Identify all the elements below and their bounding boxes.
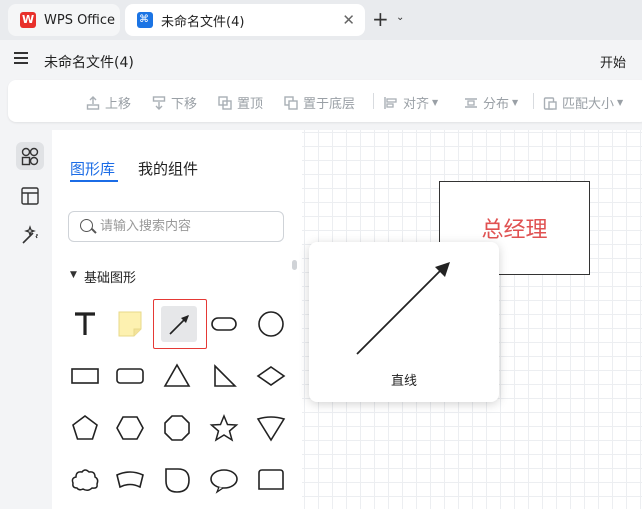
close-icon[interactable]: ✕ [342, 11, 355, 29]
pentagon-icon[interactable] [63, 406, 107, 450]
category-basic-shapes[interactable]: 基础图形 [84, 267, 136, 286]
tab-my-components[interactable]: 我的组件 [138, 158, 198, 179]
magic-wand-icon [22, 225, 38, 244]
wps-logo-icon [20, 12, 36, 28]
org-node-label[interactable]: 总经理 [439, 212, 590, 244]
category-collapse-icon[interactable]: ▼ [70, 270, 77, 280]
search-icon [80, 219, 93, 232]
document-logo-icon [137, 12, 153, 28]
move-down-button[interactable]: 下移 [152, 93, 197, 112]
move-down-label: 下移 [171, 97, 198, 112]
send-to-back-label: 置于底层 [303, 97, 356, 112]
search-input[interactable] [100, 216, 276, 236]
tab-document[interactable]: 未命名文件(4) ✕ [125, 4, 365, 36]
drop-shape-icon[interactable] [155, 458, 199, 502]
triangle-icon[interactable] [155, 354, 199, 398]
tab-shape-library[interactable]: 图形库 [70, 158, 115, 179]
align-label: 对齐 [403, 97, 430, 112]
align-icon [384, 96, 398, 110]
rounded-rect-icon[interactable] [202, 302, 246, 346]
match-size-icon [543, 96, 557, 110]
align-chevron-icon: ▼ [432, 98, 439, 107]
align-dropdown[interactable]: 对齐 ▼ [384, 93, 438, 112]
new-tab-button[interactable]: + [372, 8, 389, 30]
circle-icon[interactable] [249, 302, 293, 346]
preview-label: 直线 [390, 374, 417, 389]
distribute-icon [464, 96, 478, 110]
rect-icon[interactable] [63, 354, 107, 398]
inverted-triangle-icon[interactable] [249, 406, 293, 450]
octagon-icon[interactable] [155, 406, 199, 450]
distribute-chevron-icon: ▼ [512, 98, 519, 107]
template-icon [21, 187, 39, 205]
active-tab-indicator [70, 180, 118, 182]
tab-document-label: 未命名文件(4) [161, 14, 245, 30]
distribute-dropdown[interactable]: 分布 ▼ [464, 93, 518, 112]
shapes-icon [21, 147, 39, 166]
distribute-label: 分布 [483, 97, 510, 112]
line-arrow-icon[interactable] [153, 299, 207, 349]
arc-band-icon[interactable] [108, 458, 152, 502]
right-triangle-icon[interactable] [202, 354, 246, 398]
menu-start[interactable]: 开始 [600, 52, 626, 71]
note-icon[interactable] [108, 302, 152, 346]
bring-to-front-label: 置顶 [237, 97, 264, 112]
match-size-dropdown[interactable]: 匹配大小 ▼ [543, 93, 623, 112]
text-icon[interactable] [63, 302, 107, 346]
document-shape-icon[interactable] [249, 458, 293, 502]
rail-shapes-button[interactable] [16, 142, 44, 170]
panel-scrollbar[interactable] [292, 260, 297, 270]
send-to-back-button[interactable]: 置于底层 [284, 93, 355, 112]
send-to-back-icon [284, 95, 298, 110]
rail-magic-button[interactable] [16, 222, 44, 250]
chevron-down-icon[interactable]: ⌄ [396, 12, 404, 23]
match-size-chevron-icon: ▼ [617, 98, 624, 107]
diamond-icon[interactable] [249, 354, 293, 398]
tab-wps-label: WPS Office [44, 12, 116, 28]
match-size-label: 匹配大小 [562, 97, 615, 112]
ellipse-icon[interactable] [202, 458, 246, 502]
bring-to-front-button[interactable]: 置顶 [218, 93, 263, 112]
bring-to-front-icon [218, 95, 232, 110]
toolbar-divider [373, 93, 374, 109]
toolbar-divider [533, 93, 534, 109]
document-title: 未命名文件(4) [44, 55, 134, 71]
cloud-icon[interactable] [63, 458, 107, 502]
rail-template-button[interactable] [16, 182, 44, 210]
tab-wps-office[interactable]: WPS Office [8, 4, 120, 36]
move-down-icon [152, 95, 166, 110]
star-icon[interactable] [202, 406, 246, 450]
move-up-button[interactable]: 上移 [86, 93, 131, 112]
hexagon-icon[interactable] [108, 406, 152, 450]
rounded-rect-small-icon[interactable] [108, 354, 152, 398]
hamburger-menu-icon[interactable] [14, 52, 28, 64]
move-up-icon [86, 95, 100, 110]
move-up-label: 上移 [105, 97, 132, 112]
